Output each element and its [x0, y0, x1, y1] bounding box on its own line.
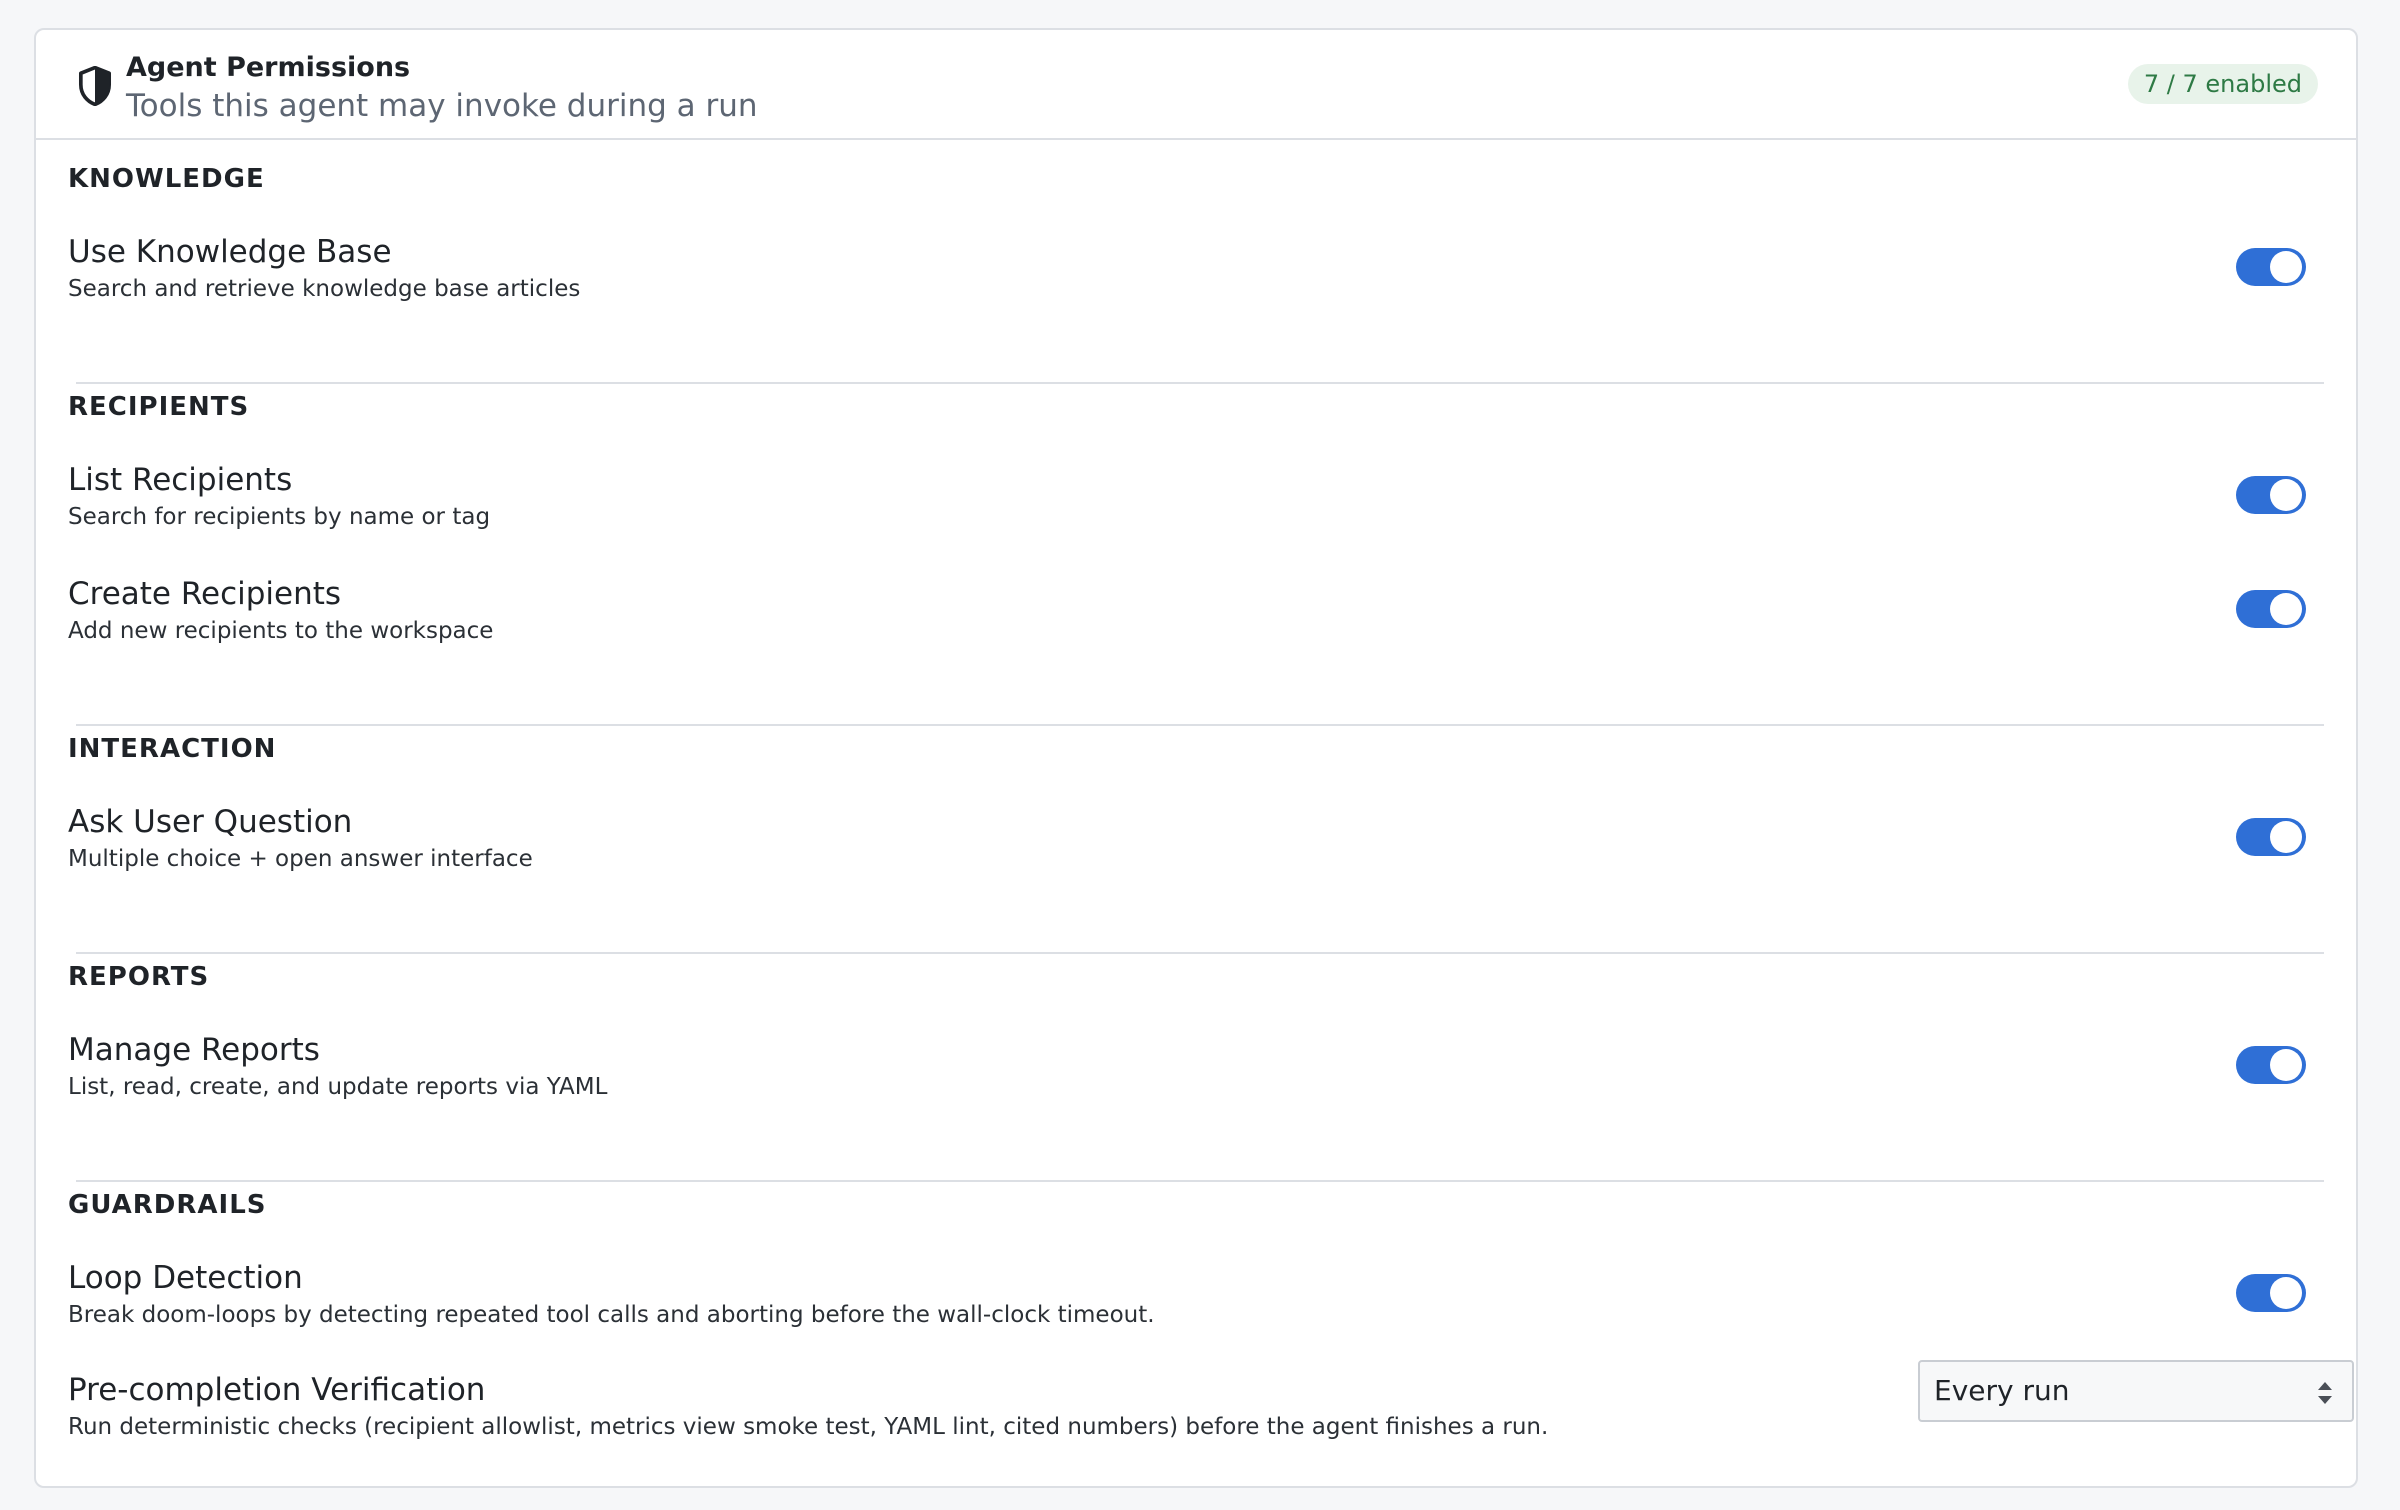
permission-title: Ask User Question [68, 804, 353, 840]
toggle-knob [2270, 593, 2302, 625]
permission-title: Loop Detection [68, 1260, 303, 1296]
permission-row-loop-detection: Loop Detection Break doom-loops by detec… [68, 1260, 2354, 1340]
permission-description: Search for recipients by name or tag [68, 504, 491, 530]
permission-description: Break doom-loops by detecting repeated t… [68, 1302, 1155, 1328]
toggle-knob [2270, 1049, 2302, 1081]
page-title: Agent Permissions [126, 52, 411, 83]
permission-row-manage-reports: Manage Reports List, read, create, and u… [68, 1032, 2354, 1112]
permission-title: Manage Reports [68, 1032, 320, 1068]
permission-title: Use Knowledge Base [68, 234, 392, 270]
permission-row-pre-completion-verification: Pre-completion Verification Run determin… [68, 1360, 2354, 1452]
section-title-interaction: INTERACTION [68, 734, 277, 764]
shield-icon [78, 66, 112, 106]
permission-row-ask-user-question: Ask User Question Multiple choice + open… [68, 804, 2354, 884]
enabled-count-badge: 7 / 7 enabled [2127, 64, 2318, 104]
agent-permissions-card: Agent Permissions Tools this agent may i… [34, 28, 2358, 1488]
page-subtitle: Tools this agent may invoke during a run [126, 88, 758, 124]
ask-user-question-toggle[interactable] [2236, 818, 2306, 856]
toggle-knob [2270, 1277, 2302, 1309]
loop-detection-toggle[interactable] [2236, 1274, 2306, 1312]
verification-frequency-select[interactable]: Every run [1918, 1360, 2354, 1422]
section-divider [76, 724, 2324, 726]
permission-title: Create Recipients [68, 576, 342, 612]
select-value: Every run [1934, 1374, 2070, 1407]
section-divider [76, 952, 2324, 954]
create-recipients-toggle[interactable] [2236, 590, 2306, 628]
permission-description: Search and retrieve knowledge base artic… [68, 276, 581, 302]
toggle-knob [2270, 479, 2302, 511]
permission-row-create-recipients: Create Recipients Add new recipients to … [68, 576, 2354, 656]
use-knowledge-base-toggle[interactable] [2236, 248, 2306, 286]
section-title-reports: REPORTS [68, 962, 210, 992]
section-divider [76, 382, 2324, 384]
permission-title: Pre-completion Verification [68, 1372, 486, 1408]
card-header: Agent Permissions Tools this agent may i… [36, 30, 2356, 140]
permission-description: Add new recipients to the workspace [68, 618, 494, 644]
toggle-knob [2270, 251, 2302, 283]
section-title-recipients: RECIPIENTS [68, 392, 250, 422]
permission-title: List Recipients [68, 462, 293, 498]
select-arrows-icon [2318, 1382, 2332, 1404]
toggle-knob [2270, 821, 2302, 853]
section-divider [76, 1180, 2324, 1182]
permission-description: List, read, create, and update reports v… [68, 1074, 608, 1100]
list-recipients-toggle[interactable] [2236, 476, 2306, 514]
section-title-knowledge: KNOWLEDGE [68, 164, 265, 194]
permission-description: Run deterministic checks (recipient allo… [68, 1414, 1549, 1440]
permission-description: Multiple choice + open answer interface [68, 846, 533, 872]
permission-row-list-recipients: List Recipients Search for recipients by… [68, 462, 2354, 542]
manage-reports-toggle[interactable] [2236, 1046, 2306, 1084]
section-title-guardrails: GUARDRAILS [68, 1190, 267, 1220]
permission-row-use-knowledge-base: Use Knowledge Base Search and retrieve k… [68, 234, 2354, 314]
